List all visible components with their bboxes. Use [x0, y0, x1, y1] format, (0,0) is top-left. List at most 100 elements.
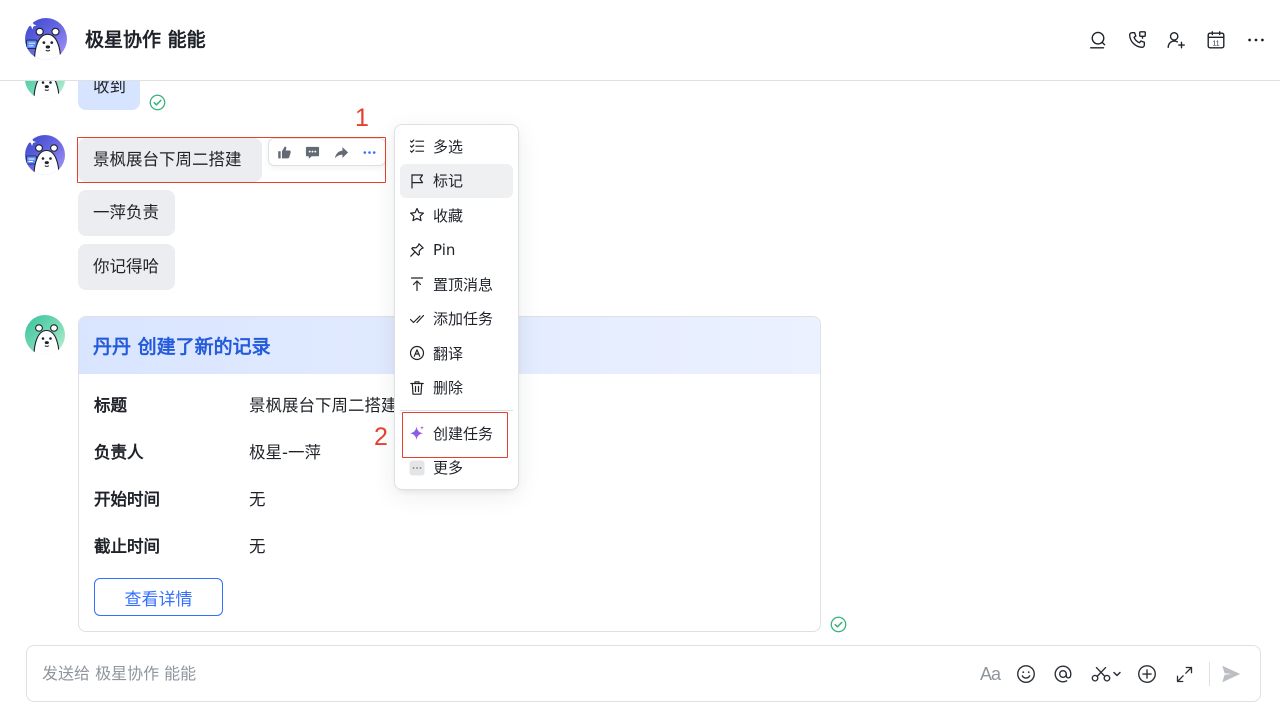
field-label: 截止时间	[94, 536, 160, 556]
search-member-button[interactable]	[1086, 28, 1110, 52]
message-bubble[interactable]: 收到	[78, 81, 140, 110]
composer-divider	[1209, 662, 1210, 686]
chat-avatar[interactable]	[25, 18, 67, 60]
chat-header: 极星协作 能能 11	[0, 0, 1280, 81]
send-icon	[1222, 665, 1241, 683]
menu-item-label: Pin	[433, 240, 456, 259]
menu-item-pin[interactable]: Pin	[400, 233, 513, 268]
menu-item-add-task[interactable]: 添加任务	[400, 302, 513, 337]
forward-icon	[334, 146, 348, 158]
menu-item-label: 添加任务	[433, 310, 494, 329]
more-icon	[409, 460, 425, 476]
menu-item-delete[interactable]: 删除	[400, 371, 513, 406]
message-context-menu: 多选 标记 收藏 Pin 置顶消息 添加任务 翻译 删除 创建任务 更多	[394, 124, 519, 490]
message-input[interactable]	[42, 646, 942, 701]
menu-item-label: 更多	[433, 459, 464, 478]
reaction-button[interactable]	[270, 139, 299, 165]
field-value: 景枫展台下周二搭建	[249, 395, 398, 415]
read-check-icon	[149, 94, 166, 111]
menu-item-label: 删除	[433, 379, 464, 398]
sender-avatar[interactable]	[25, 135, 65, 175]
expand-icon	[1176, 666, 1192, 682]
translate-icon	[409, 346, 425, 361]
message-composer: Aa	[26, 645, 1261, 702]
mention-button[interactable]	[1051, 662, 1075, 686]
message-bubble[interactable]: 一萍负责	[78, 190, 175, 236]
annotation-step-2: 2	[374, 423, 388, 451]
send-button[interactable]	[1219, 662, 1243, 686]
expand-button[interactable]	[1172, 662, 1196, 686]
mention-icon	[1054, 665, 1072, 683]
polar-bear-avatar-icon	[25, 18, 67, 60]
calendar-button[interactable]: 11	[1204, 28, 1228, 52]
read-check-icon	[830, 616, 847, 633]
call-button[interactable]	[1125, 28, 1149, 52]
add-member-icon	[1167, 31, 1185, 49]
reply-icon	[306, 146, 320, 159]
screenshot-button[interactable]	[1088, 662, 1124, 686]
forward-button[interactable]	[327, 139, 356, 165]
add-task-icon	[409, 314, 425, 323]
ai-sparkle-icon	[409, 426, 424, 441]
polar-bear-avatar-icon	[25, 81, 65, 99]
thumbs-up-icon	[277, 146, 291, 158]
annotation-step-1: 1	[355, 104, 369, 132]
field-value: 无	[249, 536, 266, 556]
emoji-icon	[1017, 665, 1035, 683]
pin-to-top-icon	[410, 277, 424, 292]
field-label: 负责人	[94, 442, 144, 462]
menu-item-label: 标记	[433, 172, 464, 191]
field-label: 标题	[94, 395, 127, 415]
more-button[interactable]	[1244, 28, 1268, 52]
menu-item-label: 翻译	[433, 344, 464, 363]
search-member-icon	[1089, 31, 1106, 49]
record-card-title: 丹丹 创建了新的记录	[93, 336, 271, 358]
menu-item-create-task[interactable]: 创建任务	[400, 416, 513, 451]
sender-avatar[interactable]	[25, 315, 65, 355]
screenshot-scissors-icon	[1091, 666, 1111, 682]
calendar-day-text: 11	[1212, 41, 1219, 48]
polar-bear-avatar-icon	[25, 135, 65, 175]
menu-item-label: 收藏	[433, 206, 464, 225]
polar-bear-avatar-icon	[25, 315, 65, 355]
message-hover-toolbar	[268, 138, 386, 166]
calendar-icon: 11	[1207, 31, 1225, 49]
menu-item-label: 多选	[433, 137, 464, 156]
call-icon	[1128, 31, 1146, 49]
add-icon	[1138, 665, 1156, 683]
view-details-button[interactable]: 查看详情	[94, 578, 223, 616]
text-format-button[interactable]: Aa	[978, 662, 1002, 686]
chevron-down-icon	[1113, 671, 1121, 677]
multi-select-icon	[409, 139, 425, 154]
add-button[interactable]	[1135, 662, 1159, 686]
field-value: 极星-一萍	[249, 442, 321, 462]
record-field-row: 截止时间 无	[94, 521, 820, 568]
add-member-button[interactable]	[1164, 28, 1188, 52]
field-value: 无	[249, 489, 266, 509]
menu-item-label: 创建任务	[433, 424, 494, 443]
more-actions-button[interactable]	[356, 139, 385, 165]
menu-item-translate[interactable]: 翻译	[400, 336, 513, 371]
text-format-icon: Aa	[979, 663, 1001, 684]
menu-divider	[400, 410, 513, 411]
more-icon	[363, 150, 376, 154]
pin-icon	[410, 242, 424, 257]
menu-item-more[interactable]: 更多	[400, 451, 513, 486]
message-bubble[interactable]: 景枫展台下周二搭建	[78, 138, 262, 182]
sender-avatar[interactable]	[25, 81, 65, 99]
field-label: 开始时间	[94, 489, 160, 509]
star-icon	[410, 208, 424, 222]
more-icon	[1248, 38, 1264, 42]
menu-item-multi-select[interactable]: 多选	[400, 129, 513, 164]
delete-icon	[410, 380, 424, 395]
flag-icon	[411, 173, 424, 189]
reply-button[interactable]	[299, 139, 328, 165]
message-list[interactable]: 收到 景枫展台下周二搭建 1 一萍负责 你记得哈 丹丹 创建了新的记录 标题 景…	[0, 81, 1280, 640]
menu-item-label: 置顶消息	[433, 275, 494, 294]
menu-item-flag[interactable]: 标记	[400, 163, 513, 198]
menu-item-pin-to-top[interactable]: 置顶消息	[400, 267, 513, 302]
message-bubble[interactable]: 你记得哈	[78, 244, 175, 290]
chat-title[interactable]: 极星协作 能能	[85, 27, 206, 53]
menu-item-favorite[interactable]: 收藏	[400, 198, 513, 233]
emoji-button[interactable]	[1014, 662, 1038, 686]
